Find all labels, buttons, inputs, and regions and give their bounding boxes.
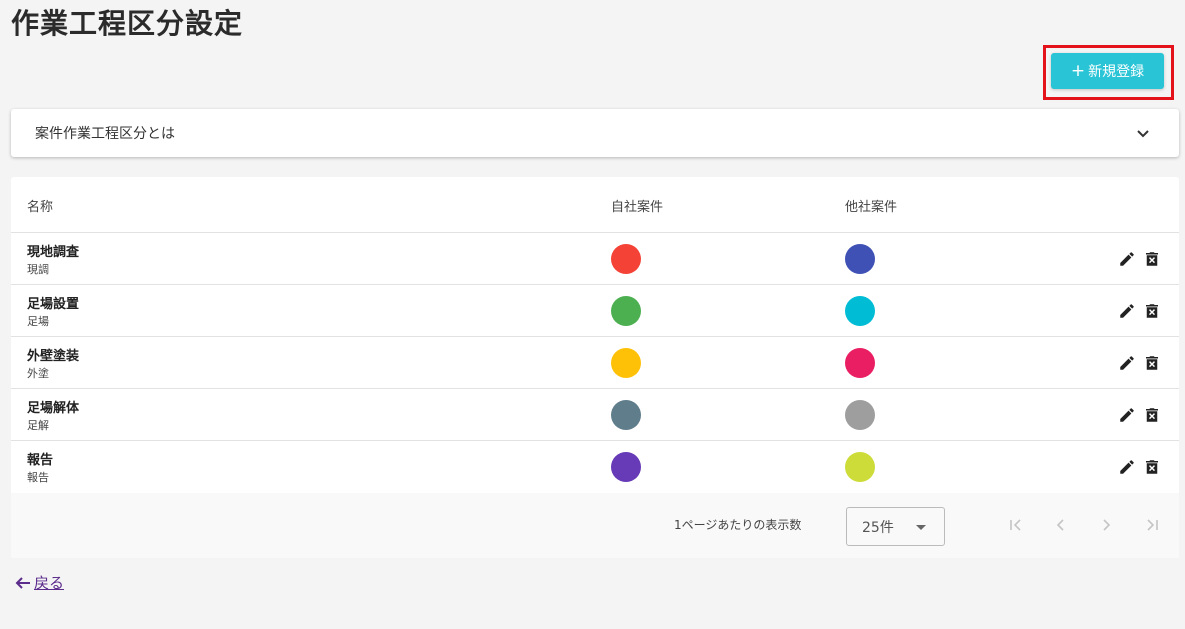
last-page-icon (1147, 519, 1158, 531)
row-name: 足場解体 (27, 401, 80, 416)
row-name: 報告 (27, 453, 54, 468)
own-color-swatch (611, 452, 641, 482)
own-color-swatch (611, 296, 641, 326)
next-page-button[interactable] (1094, 513, 1118, 537)
table-header: 名称 自社案件 他社案件 (11, 177, 1179, 233)
other-color-swatch (845, 400, 875, 430)
trash-icon (1146, 460, 1158, 474)
new-register-label: 新規登録 (1088, 64, 1145, 80)
first-page-button[interactable] (1004, 513, 1028, 537)
header-name: 名称 (27, 200, 54, 215)
explanation-accordion[interactable]: 案件作業工程区分とは (11, 109, 1179, 157)
delete-button[interactable] (1142, 457, 1162, 477)
trash-icon (1146, 252, 1158, 266)
back-link-label: 戻る (34, 574, 65, 592)
row-abbr: 現調 (27, 263, 49, 276)
table-row: 現地調査 現調 (11, 233, 1179, 285)
pencil-icon (1120, 408, 1134, 422)
prev-page-button[interactable] (1049, 513, 1073, 537)
row-name: 足場設置 (27, 297, 80, 312)
row-abbr: 外塗 (27, 367, 49, 380)
table-row: 足場解体 足解 (11, 389, 1179, 441)
plus-icon: + (1070, 60, 1086, 81)
pencil-icon (1120, 356, 1134, 370)
pencil-icon (1120, 252, 1134, 266)
header-other: 他社案件 (845, 200, 898, 215)
table-footer: 1ページあたりの表示数 25件 (11, 493, 1179, 558)
new-register-button[interactable]: + 新規登録 (1051, 53, 1164, 89)
delete-button[interactable] (1142, 249, 1162, 269)
row-abbr: 足場 (27, 315, 49, 328)
edit-button[interactable] (1117, 405, 1137, 425)
pencil-icon (1120, 304, 1134, 318)
per-page-value: 25件 (862, 519, 894, 536)
table-row: 外壁塗装 外塗 (11, 337, 1179, 389)
per-page-label: 1ページあたりの表示数 (674, 518, 802, 532)
trash-icon (1146, 408, 1158, 422)
table-row: 報告 報告 (11, 441, 1179, 493)
edit-button[interactable] (1117, 249, 1137, 269)
row-abbr: 報告 (27, 471, 49, 484)
page-title: 作業工程区分設定 (11, 7, 244, 40)
trash-icon (1146, 356, 1158, 370)
per-page-select[interactable]: 25件 (846, 507, 945, 546)
chevron-right-icon (1103, 519, 1111, 531)
arrow-left-icon (15, 576, 30, 589)
row-name: 外壁塗装 (27, 349, 80, 364)
other-color-swatch (845, 296, 875, 326)
own-color-swatch (611, 400, 641, 430)
edit-button[interactable] (1117, 353, 1137, 373)
caret-down-icon (916, 525, 926, 530)
other-color-swatch (845, 452, 875, 482)
delete-button[interactable] (1142, 405, 1162, 425)
row-abbr: 足解 (27, 419, 49, 432)
edit-button[interactable] (1117, 301, 1137, 321)
edit-button[interactable] (1117, 457, 1137, 477)
delete-button[interactable] (1142, 301, 1162, 321)
accordion-label: 案件作業工程区分とは (35, 126, 175, 142)
last-page-button[interactable] (1140, 513, 1164, 537)
own-color-swatch (611, 348, 641, 378)
row-name: 現地調査 (27, 245, 80, 260)
chevron-left-icon (1056, 519, 1064, 531)
own-color-swatch (611, 244, 641, 274)
delete-button[interactable] (1142, 353, 1162, 373)
chevron-down-icon (1137, 130, 1149, 138)
pencil-icon (1120, 460, 1134, 474)
first-page-icon (1010, 519, 1021, 531)
back-link[interactable]: 戻る (14, 572, 64, 593)
header-own: 自社案件 (611, 200, 664, 215)
other-color-swatch (845, 348, 875, 378)
table-row: 足場設置 足場 (11, 285, 1179, 337)
trash-icon (1146, 304, 1158, 318)
other-color-swatch (845, 244, 875, 274)
